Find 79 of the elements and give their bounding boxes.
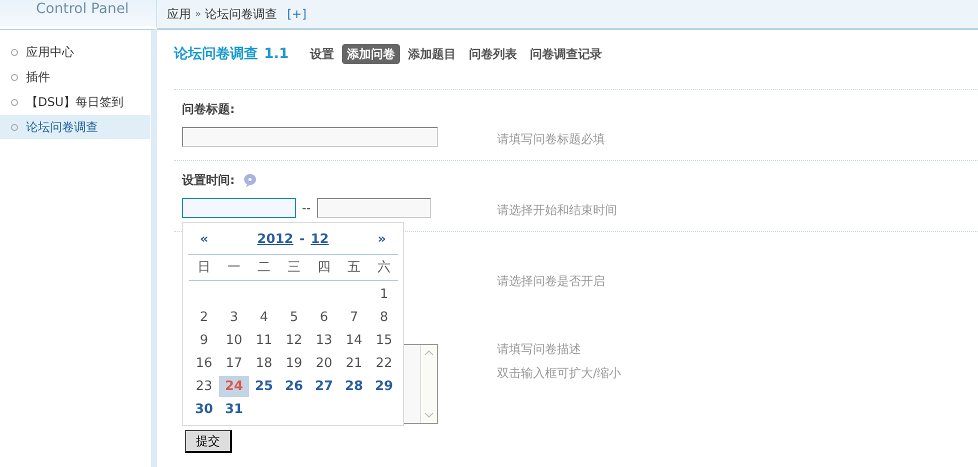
sidebar-item-label: 插件 (26, 69, 50, 86)
sidebar-item[interactable]: 论坛问卷调查 (0, 115, 150, 139)
day-cell[interactable]: 27 (309, 376, 339, 396)
day-cell[interactable]: 2 (189, 306, 219, 328)
start-date-input[interactable] (182, 198, 296, 218)
day-cell[interactable]: 10 (219, 330, 249, 350)
day-cell[interactable]: 6 (309, 306, 339, 328)
day-cell[interactable]: 23 (189, 376, 219, 396)
day-cell[interactable]: 14 (339, 330, 369, 350)
bullet-icon (11, 98, 18, 106)
month-link[interactable]: 12 (310, 230, 329, 250)
day-cell[interactable]: 20 (309, 352, 339, 374)
field-label: 问卷标题: (182, 101, 236, 118)
tab[interactable]: 问卷调查记录 (524, 44, 607, 64)
day-cell[interactable]: 13 (309, 330, 339, 350)
day-cell[interactable]: 9 (189, 330, 219, 350)
submit-button[interactable]: 提交 (185, 430, 232, 453)
day-cell[interactable]: 31 (219, 398, 249, 420)
day-cell[interactable]: 29 (369, 376, 399, 396)
tab[interactable]: 设置 (304, 44, 339, 64)
breadcrumb-item: 论坛问卷调查 (205, 6, 278, 23)
hint-text: 请填写问卷标题必填 (497, 131, 605, 148)
year-link[interactable]: 2012 (257, 230, 294, 250)
breadcrumb-separator: » (195, 8, 202, 22)
weekday-label: 五 (346, 258, 362, 276)
day-cell[interactable]: 3 (219, 306, 249, 328)
add-link[interactable]: [+] (287, 5, 307, 23)
day-cell[interactable]: 25 (249, 376, 279, 396)
day-cell[interactable]: 7 (339, 306, 369, 328)
weekday-label: 三 (286, 258, 302, 276)
text-input[interactable] (182, 127, 438, 147)
sidebar-item-label: 应用中心 (26, 44, 74, 61)
day-cell[interactable]: 28 (339, 376, 369, 396)
prev-month-link[interactable]: « (200, 230, 208, 250)
bullet-icon (11, 74, 18, 80)
end-date-input[interactable] (316, 198, 431, 218)
tab[interactable]: 添加问卷 (342, 44, 400, 64)
day-cell[interactable]: 15 (369, 330, 399, 350)
weekday-label: 二 (256, 258, 272, 276)
hint-text: 请填写问卷描述 (497, 341, 582, 358)
day-cell[interactable]: 17 (219, 352, 249, 374)
logo-text: Control Panel (36, 1, 129, 18)
plugin-title: 论坛问卷调查 (174, 44, 258, 64)
tab[interactable]: 添加题目 (402, 44, 461, 64)
day-cell[interactable]: 4 (249, 306, 279, 328)
tab[interactable]: 问卷列表 (464, 44, 522, 64)
day-cell[interactable]: 8 (369, 306, 399, 328)
sidebar-item[interactable]: 【DSU】每日签到 (0, 90, 150, 114)
hint-text: 请选择问卷是否开启 (497, 273, 605, 290)
day-cell[interactable]: 5 (279, 306, 309, 328)
day-cell[interactable]: 30 (189, 398, 219, 420)
next-month-link[interactable]: » (378, 230, 386, 250)
bullet-icon (11, 48, 18, 56)
weekday-label: 六 (376, 258, 392, 276)
help-icon[interactable] (242, 173, 257, 187)
breadcrumb-item: 应用 (167, 6, 191, 23)
day-cell[interactable]: 19 (279, 352, 309, 374)
sidebar-item[interactable]: 应用中心 (0, 40, 150, 64)
sidebar-item-label: 【DSU】每日签到 (26, 94, 124, 111)
day-cell[interactable]: 11 (249, 330, 279, 350)
hint-text: 双击输入框可扩大/缩小 (497, 365, 622, 382)
day-cell[interactable]: 22 (369, 352, 399, 374)
day-cell[interactable]: 18 (249, 352, 279, 374)
day-cell[interactable]: 12 (279, 330, 309, 350)
plugin-version: 1.1 (264, 44, 289, 64)
weekday-label: 日 (196, 258, 212, 276)
day-cell[interactable]: 21 (339, 352, 369, 374)
field-label: 设置时间: (182, 172, 235, 189)
sidebar-item-label: 论坛问卷调查 (26, 119, 98, 136)
range-separator: -- (302, 200, 311, 217)
weekday-label: 一 (226, 258, 242, 276)
bullet-icon (11, 124, 18, 130)
hint-text: 请选择开始和结束时间 (497, 202, 617, 219)
year-month-separator: - (299, 231, 305, 249)
weekday-label: 四 (316, 258, 332, 276)
day-cell[interactable]: 1 (369, 284, 399, 304)
sidebar-item[interactable]: 插件 (0, 65, 150, 89)
day-cell[interactable]: 26 (279, 376, 309, 396)
day-cell[interactable]: 16 (189, 352, 219, 374)
